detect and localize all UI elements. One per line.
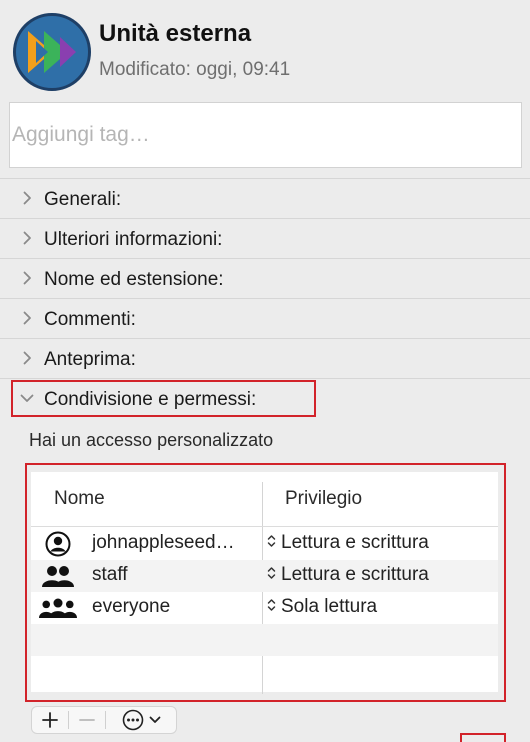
section-label: Condivisione e permessi: bbox=[44, 389, 257, 410]
column-header-privilege[interactable]: Privilegio bbox=[285, 488, 362, 510]
add-user-button[interactable] bbox=[32, 707, 68, 733]
table-row[interactable]: staff Lettura e scrittura bbox=[31, 560, 498, 592]
tags-input[interactable] bbox=[10, 103, 521, 167]
empty-row bbox=[31, 624, 498, 656]
chevron-right-icon bbox=[20, 351, 34, 365]
permissions-table: Nome Privilegio johnappleseed… Lettura e… bbox=[31, 472, 498, 694]
modified-date: Modificato: oggi, 09:41 bbox=[99, 59, 291, 80]
empty-row bbox=[31, 656, 498, 688]
section-anteprima[interactable]: Anteprima: bbox=[0, 338, 530, 378]
privilege-value: Lettura e scrittura bbox=[281, 532, 429, 553]
info-sections: Generali: Ulteriori informazioni: Nome e… bbox=[0, 178, 530, 418]
table-row[interactable]: johnappleseed… Lettura e scrittura bbox=[31, 528, 498, 560]
section-commenti[interactable]: Commenti: bbox=[0, 298, 530, 338]
row-name: johnappleseed… bbox=[92, 532, 235, 553]
chevron-right-icon bbox=[20, 271, 34, 285]
privilege-popup[interactable]: Lettura e scrittura bbox=[267, 532, 429, 554]
row-name: staff bbox=[92, 564, 128, 585]
chevron-down-icon bbox=[20, 391, 34, 405]
action-menu-button[interactable] bbox=[106, 707, 176, 733]
column-header-name[interactable]: Nome bbox=[54, 488, 105, 510]
permissions-toolbar bbox=[31, 706, 177, 734]
highlight-frame bbox=[460, 733, 506, 742]
user-icon bbox=[39, 531, 77, 557]
chevron-right-icon bbox=[20, 311, 34, 325]
section-label: Nome ed estensione: bbox=[44, 269, 224, 290]
access-status-text: Hai un accesso personalizzato bbox=[29, 430, 274, 450]
remove-user-button[interactable] bbox=[69, 707, 105, 733]
group-icon bbox=[39, 564, 77, 588]
privilege-value: Lettura e scrittura bbox=[281, 564, 429, 585]
section-label: Anteprima: bbox=[44, 349, 136, 370]
ellipsis-circle-icon bbox=[122, 709, 144, 731]
tags-field-container bbox=[9, 102, 522, 168]
section-nome-estensione[interactable]: Nome ed estensione: bbox=[0, 258, 530, 298]
header-divider bbox=[31, 526, 498, 527]
section-label: Commenti: bbox=[44, 309, 136, 330]
chevron-right-icon bbox=[20, 191, 34, 205]
chevron-down-icon bbox=[149, 716, 161, 724]
privilege-popup[interactable]: Lettura e scrittura bbox=[267, 564, 429, 586]
section-ulteriori-informazioni[interactable]: Ulteriori informazioni: bbox=[0, 218, 530, 258]
section-condivisione-permessi[interactable]: Condivisione e permessi: bbox=[0, 378, 530, 418]
chevron-right-icon bbox=[20, 231, 34, 245]
section-generali[interactable]: Generali: bbox=[0, 178, 530, 218]
privilege-popup[interactable]: Sola lettura bbox=[267, 596, 377, 618]
section-label: Ulteriori informazioni: bbox=[44, 229, 223, 250]
updown-arrows-icon bbox=[267, 532, 276, 554]
updown-arrows-icon bbox=[267, 564, 276, 586]
updown-arrows-icon bbox=[267, 596, 276, 618]
row-name: everyone bbox=[92, 596, 171, 617]
section-label: Generali: bbox=[44, 189, 122, 210]
table-row[interactable]: everyone Sola lettura bbox=[31, 592, 498, 624]
info-header: Unità esterna Modificato: oggi, 09:41 bbox=[0, 0, 530, 100]
privilege-value: Sola lettura bbox=[281, 596, 378, 617]
everyone-icon bbox=[39, 596, 77, 620]
external-drive-icon bbox=[13, 13, 91, 91]
file-title: Unità esterna bbox=[99, 20, 252, 47]
